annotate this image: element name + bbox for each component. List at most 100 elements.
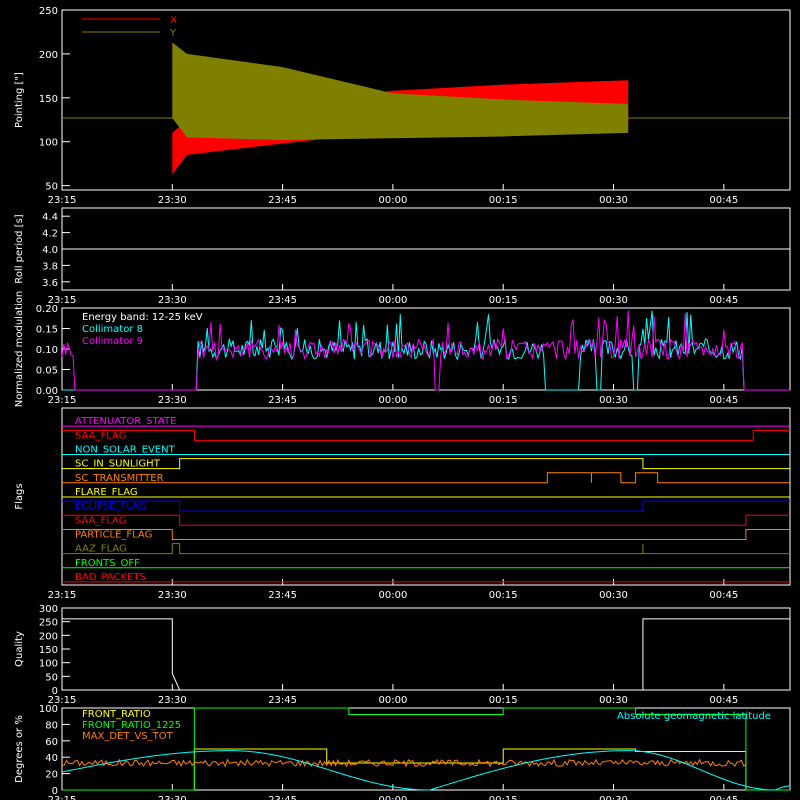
x-tick-label: 00:30 [599, 295, 628, 306]
y-tick-label: 200 [39, 50, 58, 61]
flag-line-saa-flag [62, 429, 790, 441]
x-tick-label: 00:45 [709, 295, 738, 306]
x-tick-label: 00:30 [599, 590, 628, 601]
legend-label-collimator-9: Collimator 9 [82, 336, 143, 347]
flag-line-saa-flag [62, 514, 790, 526]
y-tick-label: 50 [45, 672, 58, 683]
flag-label-saa-flag: SAA_FLAG [75, 515, 126, 526]
x-tick-label: 00:00 [378, 395, 407, 406]
x-tick-label: 23:30 [158, 590, 187, 601]
flag-line-sc-in-sunlight [62, 458, 790, 470]
flag-label-aaz-flag: AAZ_FLAG [75, 544, 127, 555]
y-axis-label: Pointing ["] [14, 72, 25, 128]
x-tick-label: 23:45 [268, 795, 297, 800]
legend-label-y: Y [169, 28, 177, 39]
x-tick-label: 00:00 [378, 295, 407, 306]
flag-line-eclipse-flag [62, 500, 790, 512]
panel-quality: 23:15 23:30 23:45 00:00 00:15 00:30 00:45Quali… [14, 604, 791, 706]
y-tick-label: 150 [39, 94, 58, 105]
y-tick-label: 250 [39, 618, 58, 629]
y-axis-label: Quality [14, 631, 25, 667]
plot-frame [61, 607, 791, 691]
panel-modulation: 23:15 23:30 23:45 00:00 00:15 00:30 00:45Norma… [14, 291, 791, 408]
y-tick-label: 4.0 [42, 245, 58, 256]
flag-line-aaz-flag [62, 543, 790, 555]
y-tick-label: 200 [39, 631, 58, 642]
x-tick-label: 00:30 [599, 695, 628, 706]
flag-label-flare-flag: FLARE_FLAG [75, 487, 138, 498]
flag-line-sc-transmitter [62, 472, 790, 484]
x-tick-label: 00:00 [378, 795, 407, 800]
flag-label-sc-transmitter: SC_TRANSMITTER [75, 473, 164, 484]
energy-band-annotation: Energy band: 12-25 keV [82, 312, 203, 323]
y-tick-label: 80 [45, 720, 58, 731]
x-tick-label: 00:30 [599, 195, 628, 206]
x-tick-label: 00:15 [489, 590, 518, 601]
legend-label-collimator-8: Collimator 8 [82, 324, 143, 335]
panel-degrees: 23:1523:3023:4500:0000:1500:3000:45Degre… [14, 704, 791, 800]
x-tick-label: 23:30 [158, 695, 187, 706]
y-tick-label: 50 [45, 182, 58, 193]
panel-roll: 23:15 23:30 23:45 00:00 00:15 00:30 00:45Roll … [14, 207, 791, 306]
y-tick-label: 40 [45, 753, 58, 764]
flag-label-bad-packets: BAD_PACKETS [75, 572, 146, 583]
x-tick-label: 00:00 [378, 695, 407, 706]
y-tick-label: 0.10 [36, 345, 58, 356]
y-tick-label: 100 [39, 704, 58, 715]
x-tick-label: 00:45 [709, 395, 738, 406]
flag-label-non-solar-event: NON_SOLAR_EVENT [75, 444, 176, 455]
y-tick-label: 60 [45, 737, 58, 748]
series-line-geomagnetic-latitude [61, 750, 791, 791]
x-tick-label: 23:45 [268, 295, 297, 306]
x-tick-label: 00:45 [709, 590, 738, 601]
y-tick-label: 0 [52, 786, 58, 797]
x-tick-label: 00:15 [489, 295, 518, 306]
flag-label-saa-flag: SAA_FLAG [75, 430, 126, 441]
x-tick-label: 23:45 [268, 395, 297, 406]
x-tick-label: 00:15 [489, 195, 518, 206]
x-tick-label: 00:15 [489, 795, 518, 800]
y-tick-label: 20 [45, 770, 58, 781]
y-tick-label: 3.8 [42, 261, 58, 272]
x-tick-label: 23:45 [268, 195, 297, 206]
flag-label-particle-flag: PARTICLE_FLAG [75, 529, 152, 540]
flag-line-particle-flag [62, 528, 790, 540]
x-tick-label: 00:15 [489, 695, 518, 706]
x-tick-label: 00:30 [599, 795, 628, 800]
y-tick-label: 4.4 [42, 212, 58, 223]
x-tick-label: 23:30 [158, 195, 187, 206]
orbit-summary-figure: 23:15 23:30 23:45 00:00 00:15 00:30 00:45 Point… [0, 0, 800, 800]
panel-flags: 23:15 23:30 23:45 00:00 00:15 00:30 00:45 Flags… [14, 407, 791, 601]
y-tick-label: 100 [39, 138, 58, 149]
x-tick-label: 23:15 [48, 590, 77, 601]
x-tick-label: 23:15 [48, 195, 77, 206]
flag-label-fronts-off: FRONTS_OFF [75, 558, 140, 569]
y-tick-label: 0.15 [36, 325, 58, 336]
series-line- [62, 618, 790, 691]
x-tick-label: 00:00 [378, 590, 407, 601]
x-tick-label: 00:45 [709, 695, 738, 706]
x-tick-label: 00:30 [599, 395, 628, 406]
legend-label-front-ratio: FRONT_RATIO [82, 709, 151, 720]
legend-label-max-det-vs-tot: MAX_DET_VS_TOT [82, 731, 174, 742]
panel-pointing: 23:15 23:30 23:45 00:00 00:15 00:30 00:45 Point… [14, 6, 791, 206]
x-tick-label: 23:30 [158, 295, 187, 306]
y-tick-label: 0.20 [36, 304, 58, 315]
x-tick-label: 00:45 [709, 195, 738, 206]
y-tick-label: 4.2 [42, 229, 58, 240]
x-tick-label: 23:30 [158, 395, 187, 406]
series-line-front-ratio [62, 748, 790, 791]
y-tick-label: 0 [52, 686, 58, 697]
flag-label-sc-in-sunlight: SC_IN_SUNLIGHT [75, 459, 161, 470]
y-tick-label: 3.6 [42, 278, 58, 289]
y-axis-label: Roll period [s] [14, 214, 25, 283]
x-tick-label: 23:45 [268, 590, 297, 601]
y-tick-label: 250 [39, 6, 58, 17]
y-axis-label: Normalized modulation [14, 291, 25, 408]
x-tick-label: 00:45 [709, 795, 738, 800]
y-tick-label: 0.00 [36, 386, 58, 397]
y-tick-label: 100 [39, 659, 58, 670]
legend-label-geomagnetic-latitude: Absolute geomagnetic latitude [617, 711, 771, 722]
y-tick-label: 300 [39, 604, 58, 615]
y-axis-label: Flags [14, 483, 25, 509]
